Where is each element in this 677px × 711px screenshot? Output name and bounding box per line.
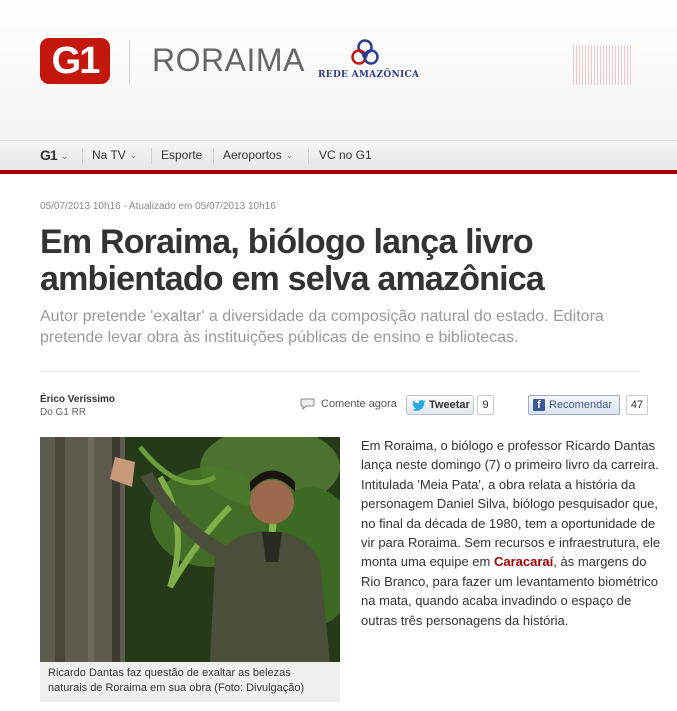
article-headline: Em Roraima, biólogo lança livro ambienta… (40, 223, 545, 298)
g1-logo[interactable]: G1 (40, 38, 110, 84)
nav-item-vc-no-g1[interactable]: VC no G1 (319, 141, 372, 171)
nav-item-label: Esporte (161, 148, 203, 162)
article-body-paragraph: Em Roraima, o biólogo e professor Ricard… (361, 436, 661, 630)
article-photo[interactable] (40, 437, 340, 662)
nav-item-na-tv[interactable]: Na TV ⌄ (92, 141, 137, 171)
rede-amazonica-logo[interactable]: REDE AMAZÔNICA (318, 38, 420, 86)
nav-item-label: Aeroportos (223, 148, 282, 162)
tweet-button[interactable]: Tweetar (406, 395, 474, 415)
body-text-start: Em Roraima, o biólogo e professor Ricard… (361, 438, 661, 570)
article-subheadline: Autor pretende 'exaltar' a diversidade d… (40, 308, 604, 346)
photo-illustration (40, 437, 340, 662)
nav-separator (151, 148, 152, 164)
header-divider (129, 40, 130, 84)
site-header: G1 RORAIMA REDE AMAZÔNICA (0, 0, 677, 140)
caracarai-link[interactable]: Caracaraí (494, 554, 553, 569)
photo-caption: Ricardo Dantas faz questão de exaltar as… (40, 662, 340, 702)
tweet-count: 9 (477, 395, 494, 415)
nav-item-label: Na TV (92, 148, 126, 162)
nav-item-g1[interactable]: G1 ⌄ (40, 141, 68, 171)
author-name: Érico Veríssimo (40, 394, 116, 405)
rede-amazonica-emblem-icon (351, 39, 379, 65)
divider (40, 371, 640, 372)
recommend-label: Recomendar (549, 399, 612, 411)
article-source: Do G1 RR (40, 407, 87, 418)
facebook-icon: f (533, 399, 545, 411)
main-nav: G1 ⌄ Na TV ⌄ Esporte Aeroportos ⌄ VC no G1 (0, 140, 677, 170)
chevron-down-icon: ⌄ (129, 150, 138, 160)
comment-bubble-icon (300, 398, 315, 410)
nav-g1-label: G1 (40, 147, 58, 163)
nav-item-label: VC no G1 (319, 148, 372, 162)
tweet-label: Tweetar (429, 399, 470, 411)
recommend-count: 47 (626, 395, 648, 415)
article-timestamp: 05/07/2013 10h16 - Atualizado em 05/07/2… (40, 201, 276, 212)
nav-separator (308, 148, 309, 164)
nav-separator (213, 148, 214, 164)
twitter-bird-icon (412, 399, 426, 411)
nav-separator (82, 148, 83, 164)
comment-label: Comente agora (321, 398, 397, 410)
facebook-recommend-button[interactable]: f Recomendar (528, 395, 620, 415)
rede-amazonica-text: REDE AMAZÔNICA (318, 70, 420, 80)
ad-banner[interactable] (573, 45, 633, 85)
nav-accent-line (0, 170, 677, 174)
region-name[interactable]: RORAIMA (152, 42, 305, 79)
chevron-down-icon: ⌄ (60, 151, 69, 161)
chevron-down-icon: ⌄ (285, 150, 294, 160)
comment-link[interactable]: Comente agora (300, 396, 397, 412)
nav-item-esporte[interactable]: Esporte (161, 141, 202, 171)
nav-item-aeroportos[interactable]: Aeroportos ⌄ (223, 141, 293, 171)
